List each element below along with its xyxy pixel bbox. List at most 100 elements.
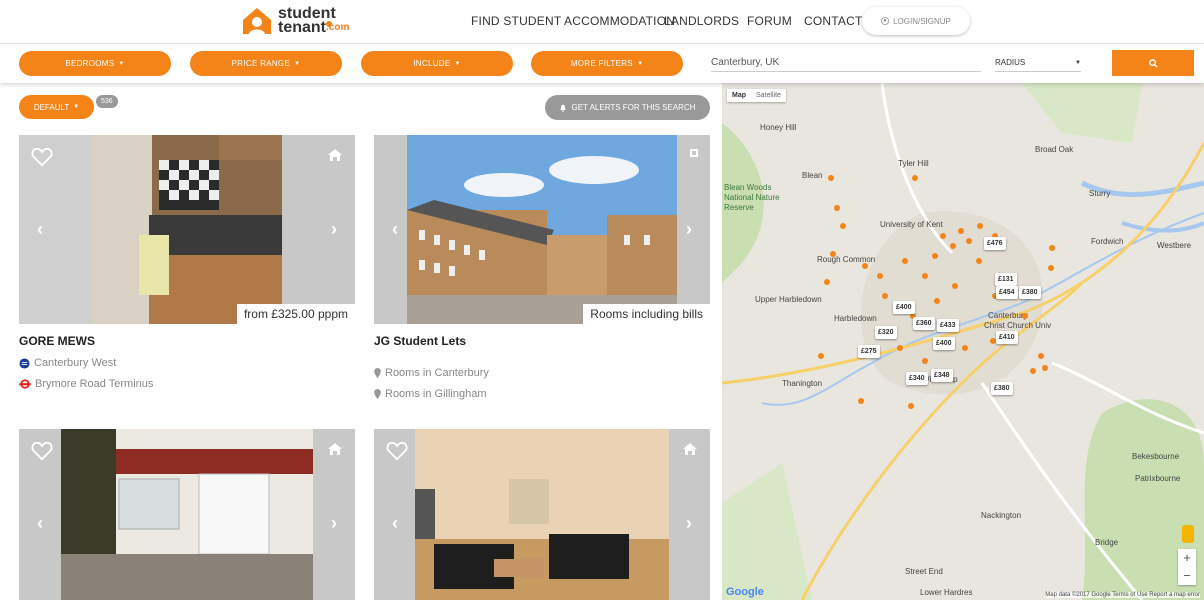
kitchen-photo xyxy=(19,135,355,324)
prev-photo-arrow[interactable]: ‹ xyxy=(392,513,398,534)
zoom-in-button[interactable]: + xyxy=(1178,549,1196,567)
price-range-filter-button[interactable]: PRICE RANGE ▼ xyxy=(190,51,342,76)
logo[interactable]: student tenant .com xyxy=(241,6,349,36)
property-marker[interactable] xyxy=(908,403,914,409)
get-alerts-button[interactable]: GET ALERTS FOR THIS SEARCH xyxy=(545,95,710,120)
radius-label: RADIUS xyxy=(995,58,1026,67)
favorite-heart-icon[interactable] xyxy=(386,441,408,461)
next-photo-arrow[interactable]: › xyxy=(331,219,337,240)
property-marker[interactable] xyxy=(1049,245,1055,251)
next-photo-arrow[interactable]: › xyxy=(686,513,692,534)
listing-card[interactable]: ‹ › xyxy=(19,429,355,600)
property-marker[interactable] xyxy=(1022,313,1028,319)
prev-photo-arrow[interactable]: ‹ xyxy=(37,513,43,534)
bedrooms-filter-button[interactable]: BEDROOMS ▼ xyxy=(19,51,171,76)
price-marker[interactable]: £400 xyxy=(893,301,915,314)
map-type-map[interactable]: Map xyxy=(727,89,751,102)
property-marker[interactable] xyxy=(922,273,928,279)
price-marker[interactable]: £400 xyxy=(933,337,955,350)
favorite-heart-icon[interactable] xyxy=(31,441,53,461)
street-view-pegman-icon[interactable] xyxy=(1182,525,1194,543)
logo-text: student tenant .com xyxy=(278,6,349,36)
listing-title[interactable]: GORE MEWS xyxy=(19,334,355,348)
property-marker[interactable] xyxy=(958,228,964,234)
listing-photo[interactable]: ‹ › Rooms including bills xyxy=(374,135,710,324)
listing-title[interactable]: JG Student Lets xyxy=(374,334,710,348)
location-pin-icon xyxy=(374,368,381,378)
google-logo: Google xyxy=(726,586,764,598)
login-signup-button[interactable]: LOGIN/SIGNUP xyxy=(862,7,970,35)
property-marker[interactable] xyxy=(828,175,834,181)
property-marker[interactable] xyxy=(1030,368,1036,374)
property-marker[interactable] xyxy=(902,258,908,264)
map-panel[interactable]: Map Satellite Honey Hill Tyler Hill Blea… xyxy=(722,83,1204,600)
property-marker[interactable] xyxy=(1048,265,1054,271)
property-marker[interactable] xyxy=(882,293,888,299)
listing-card[interactable]: ‹ › xyxy=(374,429,710,600)
next-photo-arrow[interactable]: › xyxy=(686,219,692,240)
property-marker[interactable] xyxy=(818,353,824,359)
price-marker[interactable]: £380 xyxy=(1019,286,1041,299)
include-filter-button[interactable]: INCLUDE ▼ xyxy=(361,51,513,76)
property-marker[interactable] xyxy=(962,345,968,351)
map-label: Street End xyxy=(905,567,943,576)
property-marker[interactable] xyxy=(977,223,983,229)
property-marker[interactable] xyxy=(922,358,928,364)
alerts-label: GET ALERTS FOR THIS SEARCH xyxy=(571,103,696,112)
nav-contact[interactable]: CONTACT xyxy=(804,14,863,28)
property-marker[interactable] xyxy=(830,251,836,257)
price-marker[interactable]: £410 xyxy=(996,331,1018,344)
map-label: Fordwich xyxy=(1091,237,1124,246)
property-marker[interactable] xyxy=(950,243,956,249)
price-marker[interactable]: £348 xyxy=(931,369,953,382)
property-marker[interactable] xyxy=(1042,365,1048,371)
radius-select[interactable]: RADIUS ▼ xyxy=(995,54,1081,72)
more-filters-button[interactable]: MORE FILTERS ▼ xyxy=(531,51,683,76)
listing-photo[interactable]: ‹ › xyxy=(374,429,710,600)
search-button[interactable] xyxy=(1112,50,1194,76)
property-marker[interactable] xyxy=(932,253,938,259)
property-marker[interactable] xyxy=(952,283,958,289)
property-marker[interactable] xyxy=(934,298,940,304)
prev-photo-arrow[interactable]: ‹ xyxy=(392,219,398,240)
property-marker[interactable] xyxy=(862,263,868,269)
price-marker[interactable]: £380 xyxy=(991,382,1013,395)
zoom-out-button[interactable]: − xyxy=(1178,567,1196,585)
property-marker[interactable] xyxy=(966,238,972,244)
property-marker[interactable] xyxy=(834,205,840,211)
property-marker[interactable] xyxy=(877,273,883,279)
property-marker[interactable] xyxy=(1038,353,1044,359)
price-marker[interactable]: £131 xyxy=(995,273,1017,286)
price-marker[interactable]: £275 xyxy=(858,345,880,358)
price-marker[interactable]: £320 xyxy=(875,326,897,339)
favorite-heart-icon[interactable] xyxy=(31,147,53,167)
property-marker[interactable] xyxy=(824,279,830,285)
listing-photo[interactable]: ‹ › xyxy=(19,429,355,600)
price-marker[interactable]: £454 xyxy=(996,286,1018,299)
nav-forum[interactable]: FORUM xyxy=(747,14,792,28)
property-marker[interactable] xyxy=(940,233,946,239)
caret-down-icon: ▼ xyxy=(454,60,461,67)
listing-photo[interactable]: ‹ › from £325.00 pppm xyxy=(19,135,355,324)
prev-photo-arrow[interactable]: ‹ xyxy=(37,219,43,240)
property-marker[interactable] xyxy=(840,223,846,229)
next-photo-arrow[interactable]: › xyxy=(331,513,337,534)
map-label: University of Kent xyxy=(880,220,943,229)
map-type-control[interactable]: Map Satellite xyxy=(727,89,786,102)
map-type-satellite[interactable]: Satellite xyxy=(751,89,786,102)
property-marker[interactable] xyxy=(912,175,918,181)
property-marker[interactable] xyxy=(858,398,864,404)
price-marker[interactable]: £360 xyxy=(913,317,935,330)
price-marker[interactable]: £433 xyxy=(937,319,959,332)
listing-card[interactable]: ‹ › from £325.00 pppm GORE MEWS Canterbu… xyxy=(19,135,355,390)
nav-landlords[interactable]: LANDLORDS xyxy=(664,14,739,28)
property-marker[interactable] xyxy=(897,345,903,351)
price-marker[interactable]: £476 xyxy=(984,237,1006,250)
listing-card[interactable]: ‹ › Rooms including bills JG Student Let… xyxy=(374,135,710,400)
home-icon xyxy=(683,443,697,455)
location-input[interactable] xyxy=(711,54,981,72)
property-marker[interactable] xyxy=(976,258,982,264)
nav-find-accommodation[interactable]: FIND STUDENT ACCOMMODATION xyxy=(471,14,675,28)
price-marker[interactable]: £340 xyxy=(906,372,928,385)
sort-button[interactable]: DEFAULT ▼ xyxy=(19,95,94,119)
